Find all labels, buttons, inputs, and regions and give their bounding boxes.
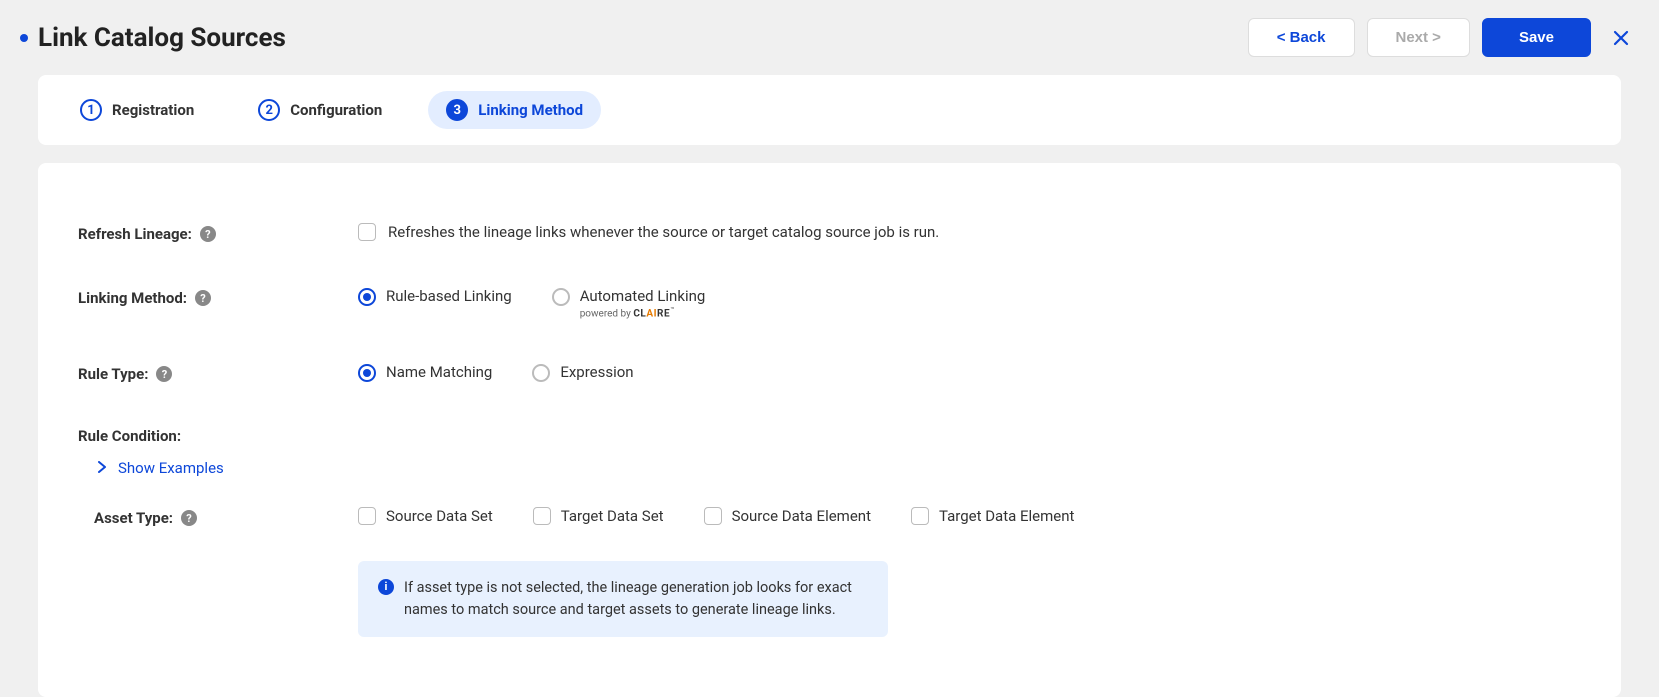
radio-icon <box>358 364 376 382</box>
help-icon[interactable]: ? <box>195 290 211 306</box>
step-configuration[interactable]: 2 Configuration <box>240 91 400 129</box>
page-title: Link Catalog Sources <box>38 23 286 53</box>
close-button[interactable] <box>1603 20 1639 56</box>
asset-type-row: Asset Type: ? Source Data Set Target Dat… <box>78 507 1581 637</box>
refresh-lineage-row: Refresh Lineage: ? Refreshes the lineage… <box>78 223 1581 243</box>
asset-label: Source Data Set <box>386 507 493 525</box>
refresh-lineage-label: Refresh Lineage: <box>78 225 192 243</box>
asset-type-label: Asset Type: <box>94 509 173 527</box>
rule-type-row: Rule Type: ? Name Matching Expression <box>78 363 1581 383</box>
linking-method-row: Linking Method: ? Rule-based Linking Aut… <box>78 287 1581 319</box>
chevron-right-icon <box>96 459 108 477</box>
radio-label: Name Matching <box>386 363 492 381</box>
help-icon[interactable]: ? <box>156 366 172 382</box>
radio-icon <box>552 288 570 306</box>
asset-target-data-element[interactable]: Target Data Element <box>911 507 1074 525</box>
radio-icon <box>532 364 550 382</box>
radio-label: Rule-based Linking <box>386 287 512 305</box>
help-icon[interactable]: ? <box>200 226 216 242</box>
info-box: i If asset type is not selected, the lin… <box>358 561 888 637</box>
asset-source-data-set[interactable]: Source Data Set <box>358 507 493 525</box>
radio-expression[interactable]: Expression <box>532 363 633 382</box>
radio-icon <box>358 288 376 306</box>
field-label: Rule Type: ? <box>78 363 358 383</box>
radio-label: Expression <box>560 363 633 381</box>
close-icon <box>1613 30 1629 46</box>
step-label: Configuration <box>290 101 382 119</box>
show-examples-label: Show Examples <box>118 459 224 477</box>
step-number: 2 <box>258 99 280 121</box>
save-button[interactable]: Save <box>1482 18 1591 57</box>
asset-source-data-element[interactable]: Source Data Element <box>704 507 871 525</box>
claire-subtext: powered by CLAIRE™ <box>580 306 706 319</box>
next-button[interactable]: Next > <box>1367 18 1470 57</box>
header-bar: Link Catalog Sources < Back Next > Save <box>0 0 1659 75</box>
checkbox[interactable] <box>533 507 551 525</box>
step-number: 3 <box>446 99 468 121</box>
help-icon[interactable]: ? <box>181 510 197 526</box>
step-label: Linking Method <box>478 101 583 119</box>
asset-label: Target Data Element <box>939 507 1074 525</box>
title-bullet <box>20 34 28 42</box>
radio-name-matching[interactable]: Name Matching <box>358 363 492 382</box>
linking-method-label: Linking Method: <box>78 289 187 307</box>
refresh-lineage-checkbox[interactable] <box>358 223 376 241</box>
back-button[interactable]: < Back <box>1248 18 1355 57</box>
asset-label: Target Data Set <box>561 507 664 525</box>
steps-tabs: 1 Registration 2 Configuration 3 Linking… <box>38 75 1621 145</box>
asset-label: Source Data Element <box>732 507 871 525</box>
asset-target-data-set[interactable]: Target Data Set <box>533 507 664 525</box>
refresh-lineage-desc: Refreshes the lineage links whenever the… <box>388 223 939 241</box>
field-label: Asset Type: ? <box>78 507 358 527</box>
rule-condition-label: Rule Condition: <box>78 427 1581 445</box>
info-icon: i <box>378 579 394 595</box>
step-number: 1 <box>80 99 102 121</box>
checkbox[interactable] <box>704 507 722 525</box>
field-label: Refresh Lineage: ? <box>78 223 358 243</box>
radio-automated[interactable]: Automated Linking powered by CLAIRE™ <box>552 287 706 319</box>
step-registration[interactable]: 1 Registration <box>62 91 212 129</box>
step-label: Registration <box>112 101 194 119</box>
show-examples-toggle[interactable]: Show Examples <box>96 459 1581 477</box>
checkbox[interactable] <box>911 507 929 525</box>
rule-type-label: Rule Type: <box>78 365 148 383</box>
radio-label: Automated Linking <box>580 287 706 305</box>
info-text: If asset type is not selected, the linea… <box>404 577 868 621</box>
content-card: Refresh Lineage: ? Refreshes the lineage… <box>38 163 1621 697</box>
radio-rule-based[interactable]: Rule-based Linking <box>358 287 512 306</box>
checkbox[interactable] <box>358 507 376 525</box>
field-label: Linking Method: ? <box>78 287 358 307</box>
rule-condition-section: Rule Condition: Show Examples <box>78 427 1581 477</box>
step-linking-method[interactable]: 3 Linking Method <box>428 91 601 129</box>
header-actions: < Back Next > Save <box>1248 18 1639 57</box>
